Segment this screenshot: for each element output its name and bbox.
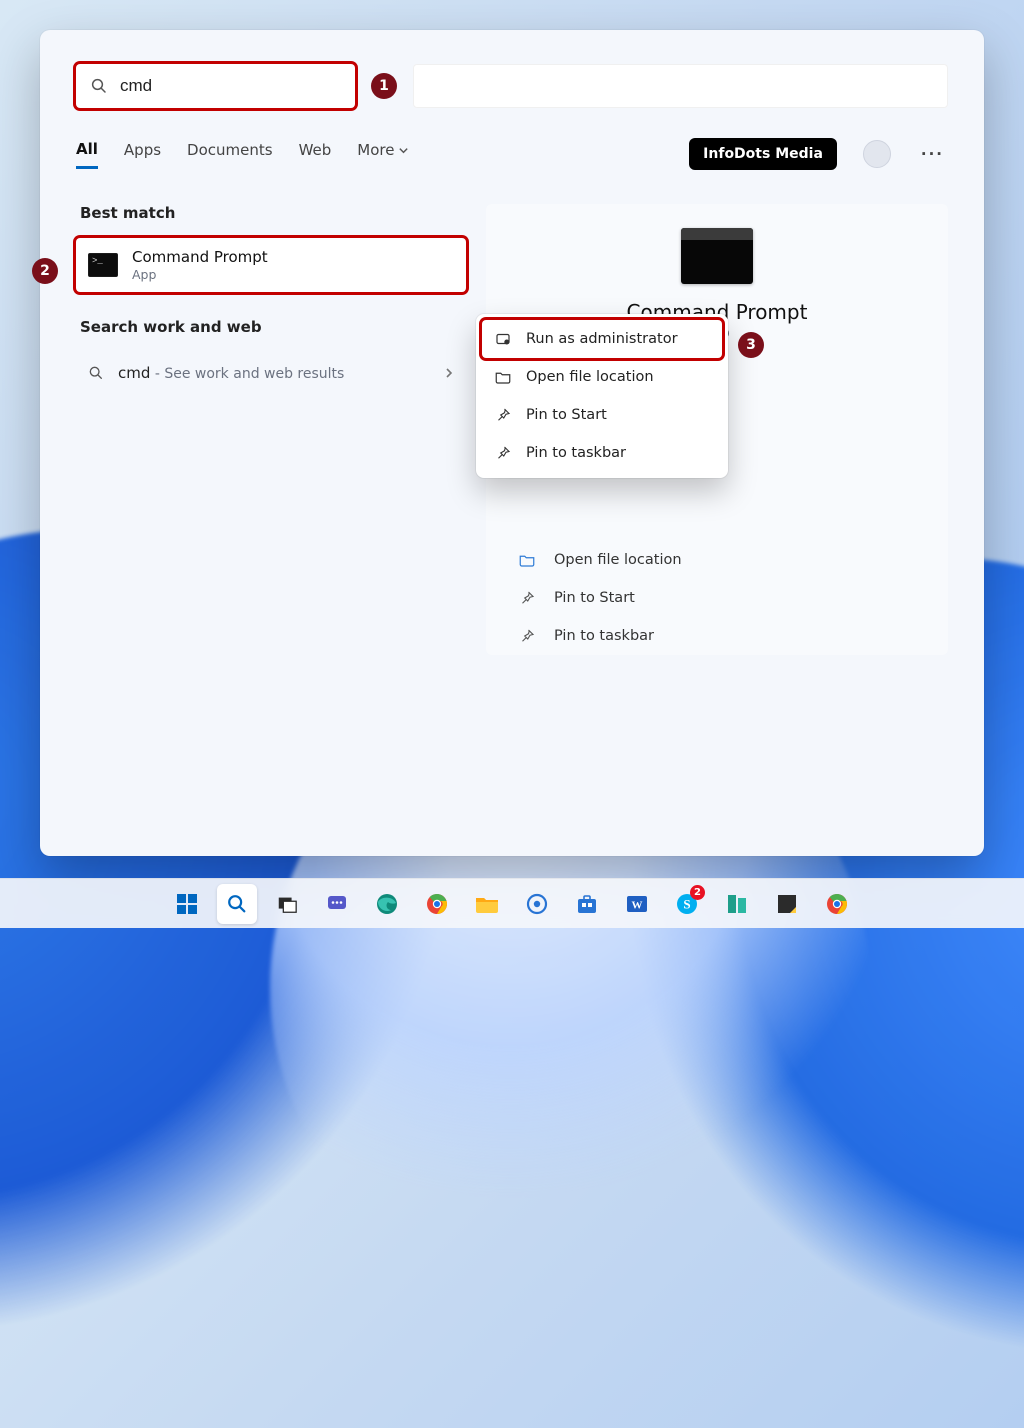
section-best-match: Best match xyxy=(80,204,466,222)
more-options-button[interactable]: ··· xyxy=(917,141,948,167)
ctx-pin-to-taskbar[interactable]: Pin to taskbar xyxy=(482,434,722,472)
taskbar-sticky-notes[interactable] xyxy=(767,884,807,924)
filter-tabs: All Apps Documents Web More InfoDots Med… xyxy=(76,138,948,170)
folder-icon xyxy=(518,551,538,569)
context-menu: Run as administrator Open file location … xyxy=(476,314,728,478)
search-icon xyxy=(88,365,104,381)
tab-web[interactable]: Web xyxy=(299,141,332,167)
chrome-icon xyxy=(825,892,849,916)
ctx-run-as-admin[interactable]: Run as administrator xyxy=(482,320,722,358)
search-icon xyxy=(90,77,108,95)
result-subtitle: App xyxy=(132,267,268,282)
windows-logo-icon xyxy=(177,894,197,914)
ctx-pin-to-start[interactable]: Pin to Start xyxy=(482,396,722,434)
start-search-window: 1 All Apps Documents Web More InfoDots M… xyxy=(40,30,984,856)
section-work-web: Search work and web xyxy=(80,318,466,336)
panel-open-file-location-label: Open file location xyxy=(554,552,682,568)
folder-icon xyxy=(494,368,512,386)
taskbar-app-teal[interactable] xyxy=(717,884,757,924)
chevron-right-icon xyxy=(444,367,454,379)
taskbar-edge[interactable] xyxy=(367,884,407,924)
ctx-pin-to-taskbar-label: Pin to taskbar xyxy=(526,445,626,461)
search-icon xyxy=(226,893,248,915)
web-result-suffix: - See work and web results xyxy=(150,366,344,382)
ctx-run-as-admin-label: Run as administrator xyxy=(526,331,678,347)
avatar[interactable] xyxy=(863,140,891,168)
result-title: Command Prompt xyxy=(132,248,268,266)
shield-admin-icon xyxy=(494,330,512,348)
pin-icon xyxy=(494,406,512,424)
chevron-down-icon xyxy=(398,145,409,156)
start-button[interactable] xyxy=(167,884,207,924)
search-input[interactable] xyxy=(120,76,341,96)
web-result-cmd[interactable]: cmd - See work and web results xyxy=(76,352,466,394)
web-result-term: cmd xyxy=(118,364,150,382)
taskbar-search[interactable] xyxy=(217,884,257,924)
result-command-prompt[interactable]: Command Prompt App xyxy=(76,238,466,292)
search-box[interactable] xyxy=(76,64,355,108)
preview-panel: Command Prompt App 3 Run as administrato… xyxy=(486,204,948,655)
notification-badge: 2 xyxy=(690,885,705,900)
gear-icon xyxy=(525,892,549,916)
results-left-column: Best match 2 Command Prompt App Search w… xyxy=(76,204,466,655)
tab-all[interactable]: All xyxy=(76,140,98,169)
svg-text:W: W xyxy=(632,899,643,911)
panel-pin-to-start[interactable]: Pin to Start xyxy=(512,579,922,617)
ctx-open-file-location[interactable]: Open file location xyxy=(482,358,722,396)
taskbar-chrome[interactable] xyxy=(417,884,457,924)
taskbar-chat[interactable] xyxy=(317,884,357,924)
panel-pin-to-taskbar-label: Pin to taskbar xyxy=(554,628,654,644)
user-account-chip[interactable]: InfoDots Media xyxy=(689,138,837,170)
taskbar-task-view[interactable] xyxy=(267,884,307,924)
annotation-badge-2: 2 xyxy=(32,258,58,284)
chat-icon xyxy=(325,892,349,916)
annotation-badge-1: 1 xyxy=(371,73,397,99)
taskbar-skype[interactable]: S 2 xyxy=(667,884,707,924)
store-icon xyxy=(575,892,599,916)
word-icon: W xyxy=(625,892,649,916)
taskbar-word[interactable]: W xyxy=(617,884,657,924)
command-prompt-hero-icon xyxy=(681,228,753,284)
taskbar-chrome-2[interactable] xyxy=(817,884,857,924)
taskbar: W S 2 xyxy=(0,878,1024,928)
pin-icon xyxy=(494,444,512,462)
panel-pin-to-start-label: Pin to Start xyxy=(554,590,635,606)
svg-text:S: S xyxy=(683,896,690,911)
ctx-open-file-location-label: Open file location xyxy=(526,369,654,385)
command-prompt-icon xyxy=(88,250,118,280)
panel-open-file-location[interactable]: Open file location xyxy=(512,541,922,579)
app-icon xyxy=(726,892,748,916)
sticky-note-icon xyxy=(776,893,798,915)
ctx-pin-to-start-label: Pin to Start xyxy=(526,407,607,423)
tab-more-label: More xyxy=(357,141,394,159)
pin-icon xyxy=(518,589,538,607)
tab-documents[interactable]: Documents xyxy=(187,141,273,167)
panel-pin-to-taskbar[interactable]: Pin to taskbar xyxy=(512,617,922,655)
edge-icon xyxy=(375,892,399,916)
result-text: Command Prompt App xyxy=(132,248,268,282)
pin-icon xyxy=(518,627,538,645)
task-view-icon xyxy=(276,893,298,915)
tab-more[interactable]: More xyxy=(357,141,409,167)
annotation-badge-3: 3 xyxy=(738,332,764,358)
taskbar-file-explorer[interactable] xyxy=(467,884,507,924)
tab-apps[interactable]: Apps xyxy=(124,141,161,167)
taskbar-settings[interactable] xyxy=(517,884,557,924)
search-box-extended[interactable] xyxy=(413,64,948,108)
folder-icon xyxy=(474,892,500,916)
taskbar-store[interactable] xyxy=(567,884,607,924)
chrome-icon xyxy=(425,892,449,916)
